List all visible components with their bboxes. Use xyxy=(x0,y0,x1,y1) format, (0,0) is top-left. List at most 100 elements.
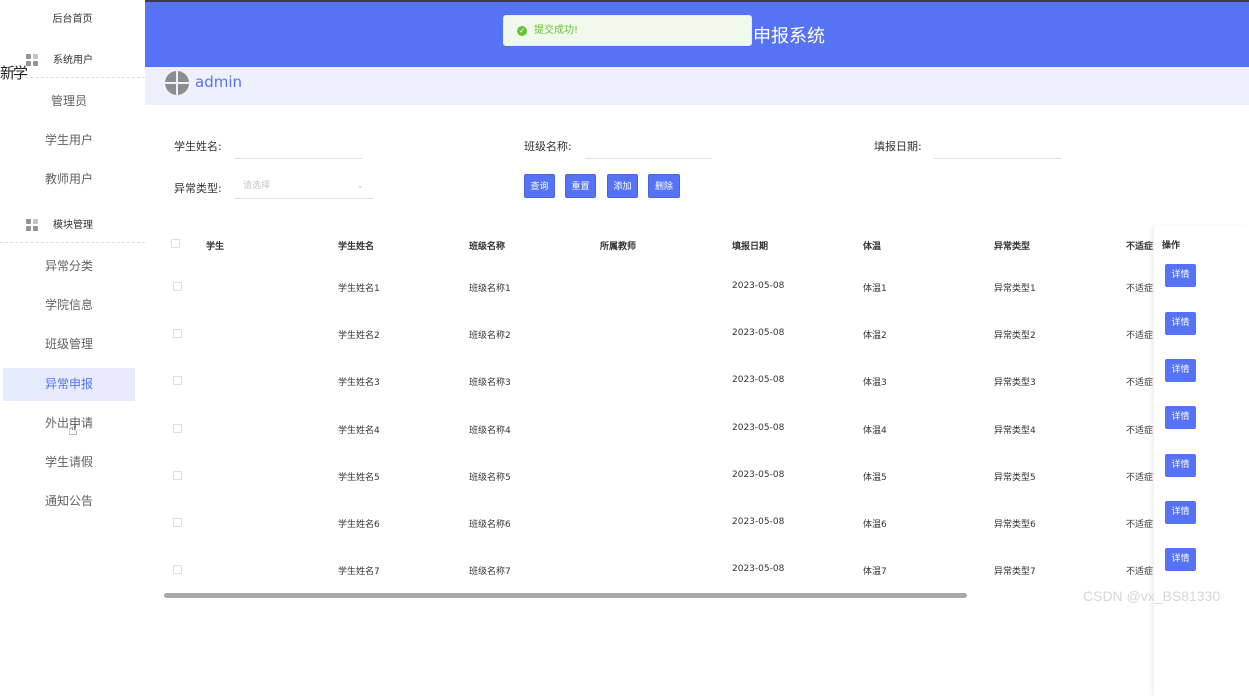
user-bar: admin xyxy=(145,67,1249,105)
detail-button[interactable]: 详情 xyxy=(1165,359,1196,382)
class-name-label: 班级名称: xyxy=(524,140,572,153)
sidebar-group-module-management[interactable]: 模块管理 xyxy=(0,208,145,243)
cell-class-name: 班级名称1 xyxy=(469,284,511,294)
cell-report-date: 2023-05-08 xyxy=(732,328,785,338)
table-row[interactable]: 学生姓名5 班级名称5 2023-05-08 体温5 异常类型5 不适症 xyxy=(148,468,1249,515)
row-checkbox[interactable] xyxy=(173,376,182,385)
sidebar-item-teacher-users[interactable]: 教师用户 xyxy=(3,163,135,196)
detail-button[interactable]: 详情 xyxy=(1165,454,1196,477)
class-name-input[interactable] xyxy=(585,158,712,159)
row-checkbox[interactable] xyxy=(173,282,182,291)
table-row[interactable]: 学生姓名1 班级名称1 2023-05-08 体温1 异常类型1 不适症 xyxy=(148,279,1249,326)
sidebar-item-college-info[interactable]: 学院信息 xyxy=(3,289,135,322)
col-class-name: 班级名称 xyxy=(469,242,506,252)
add-button[interactable]: 添加 xyxy=(607,174,638,198)
cell-symptom: 不适症 xyxy=(1126,284,1154,294)
cell-anomaly-type: 异常类型2 xyxy=(994,331,1036,341)
horizontal-scrollbar[interactable] xyxy=(164,593,967,598)
cell-student-name: 学生姓名7 xyxy=(338,567,380,577)
reset-button[interactable]: 重置 xyxy=(565,174,596,198)
table-row[interactable]: 学生姓名2 班级名称2 2023-05-08 体温2 异常类型2 不适症 xyxy=(148,326,1249,373)
col-symptom: 不适症 xyxy=(1126,242,1154,252)
col-temperature: 体温 xyxy=(863,242,882,252)
grid-icon xyxy=(26,219,39,232)
check-circle-icon: ✓ xyxy=(517,26,527,36)
cell-student-name: 学生姓名2 xyxy=(338,331,380,341)
success-toast: ✓ 提交成功! xyxy=(503,15,752,46)
cell-class-name: 班级名称2 xyxy=(469,331,511,341)
col-operation: 操作 xyxy=(1162,241,1181,251)
cell-anomaly-type: 异常类型5 xyxy=(994,473,1036,483)
sidebar-group-label: 系统用户 xyxy=(53,55,93,66)
table-row[interactable]: 学生姓名3 班级名称3 2023-05-08 体温3 异常类型3 不适症 xyxy=(148,373,1249,420)
hand-cursor-icon: ☝ xyxy=(68,420,78,439)
detail-button[interactable]: 详情 xyxy=(1165,501,1196,524)
cell-class-name: 班级名称6 xyxy=(469,520,511,530)
report-date-label: 填报日期: xyxy=(874,140,922,153)
cell-student-name: 学生姓名4 xyxy=(338,426,380,436)
cell-anomaly-type: 异常类型1 xyxy=(994,284,1036,294)
row-checkbox[interactable] xyxy=(173,424,182,433)
detail-button[interactable]: 详情 xyxy=(1165,312,1196,335)
cell-anomaly-type: 异常类型3 xyxy=(994,378,1036,388)
select-placeholder: 请选择 xyxy=(243,181,271,191)
cell-symptom: 不适症 xyxy=(1126,378,1154,388)
report-date-input[interactable] xyxy=(934,158,1061,159)
sidebar-item-admin[interactable]: 管理员 xyxy=(3,85,135,118)
sidebar-item-home[interactable]: 后台首页 xyxy=(0,6,145,34)
student-name-input[interactable] xyxy=(235,158,362,159)
cell-student-name: 学生姓名1 xyxy=(338,284,380,294)
row-checkbox[interactable] xyxy=(173,471,182,480)
sidebar: 后台首页 系统用户 管理员 学生用户 教师用户 模块管理 异常分类 学院信息 班… xyxy=(0,0,145,613)
watermark: CSDN @vx_BS81330 xyxy=(1083,588,1221,604)
sidebar-item-anomaly-report[interactable]: 异常申报 xyxy=(3,368,135,401)
cell-student-name: 学生姓名6 xyxy=(338,520,380,530)
sidebar-item-student-leave[interactable]: 学生请假 xyxy=(3,446,135,479)
cell-temperature: 体温4 xyxy=(863,426,887,436)
student-name-label: 学生姓名: xyxy=(174,140,222,153)
cell-class-name: 班级名称3 xyxy=(469,378,511,388)
table-row[interactable]: 学生姓名4 班级名称4 2023-05-08 体温4 异常类型4 不适症 xyxy=(148,421,1249,468)
cell-anomaly-type: 异常类型4 xyxy=(994,426,1036,436)
grid-icon xyxy=(26,54,39,67)
username[interactable]: admin xyxy=(195,73,242,91)
cell-class-name: 班级名称4 xyxy=(469,426,511,436)
delete-button[interactable]: 删除 xyxy=(648,174,680,198)
detail-button[interactable]: 详情 xyxy=(1165,406,1196,429)
sidebar-item-class-management[interactable]: 班级管理 xyxy=(3,328,135,361)
row-checkbox[interactable] xyxy=(173,518,182,527)
cell-report-date: 2023-05-08 xyxy=(732,375,785,385)
sidebar-item-student-users[interactable]: 学生用户 xyxy=(3,124,135,157)
sidebar-item-notice[interactable]: 通知公告 xyxy=(3,485,135,518)
cell-symptom: 不适症 xyxy=(1126,520,1154,530)
sidebar-item-anomaly-category[interactable]: 异常分类 xyxy=(3,250,135,283)
row-checkbox[interactable] xyxy=(173,565,182,574)
cell-temperature: 体温5 xyxy=(863,473,887,483)
anomaly-type-label: 异常类型: xyxy=(174,182,222,195)
operation-column: 操作 详情 详情 详情 详情 详情 详情 详情 xyxy=(1154,226,1249,696)
detail-button[interactable]: 详情 xyxy=(1165,548,1196,571)
table-header: 学生 学生姓名 班级名称 所属教师 填报日期 体温 异常类型 不适症 xyxy=(148,236,1249,256)
query-button[interactable]: 查询 xyxy=(524,174,555,198)
row-checkbox[interactable] xyxy=(173,329,182,338)
cell-temperature: 体温3 xyxy=(863,378,887,388)
toast-message: 提交成功! xyxy=(534,25,579,36)
select-all-checkbox[interactable] xyxy=(171,239,180,248)
cell-report-date: 2023-05-08 xyxy=(732,423,785,433)
cell-report-date: 2023-05-08 xyxy=(732,517,785,527)
cell-report-date: 2023-05-08 xyxy=(732,564,785,574)
cell-temperature: 体温6 xyxy=(863,520,887,530)
cell-report-date: 2023-05-08 xyxy=(732,281,785,291)
anomaly-type-select[interactable]: 请选择 ⌄ xyxy=(235,174,374,199)
cell-symptom: 不适症 xyxy=(1126,426,1154,436)
cell-class-name: 班级名称5 xyxy=(469,473,511,483)
table-row[interactable]: 学生姓名6 班级名称6 2023-05-08 体温6 异常类型6 不适症 xyxy=(148,515,1249,562)
chevron-down-icon: ⌄ xyxy=(356,181,364,191)
col-teacher: 所属教师 xyxy=(600,242,637,252)
cell-class-name: 班级名称7 xyxy=(469,567,511,577)
cell-anomaly-type: 异常类型7 xyxy=(994,567,1036,577)
col-student-name: 学生姓名 xyxy=(338,242,375,252)
sidebar-group-label: 模块管理 xyxy=(53,220,93,231)
detail-button[interactable]: 详情 xyxy=(1165,264,1196,287)
avatar[interactable] xyxy=(165,71,189,95)
